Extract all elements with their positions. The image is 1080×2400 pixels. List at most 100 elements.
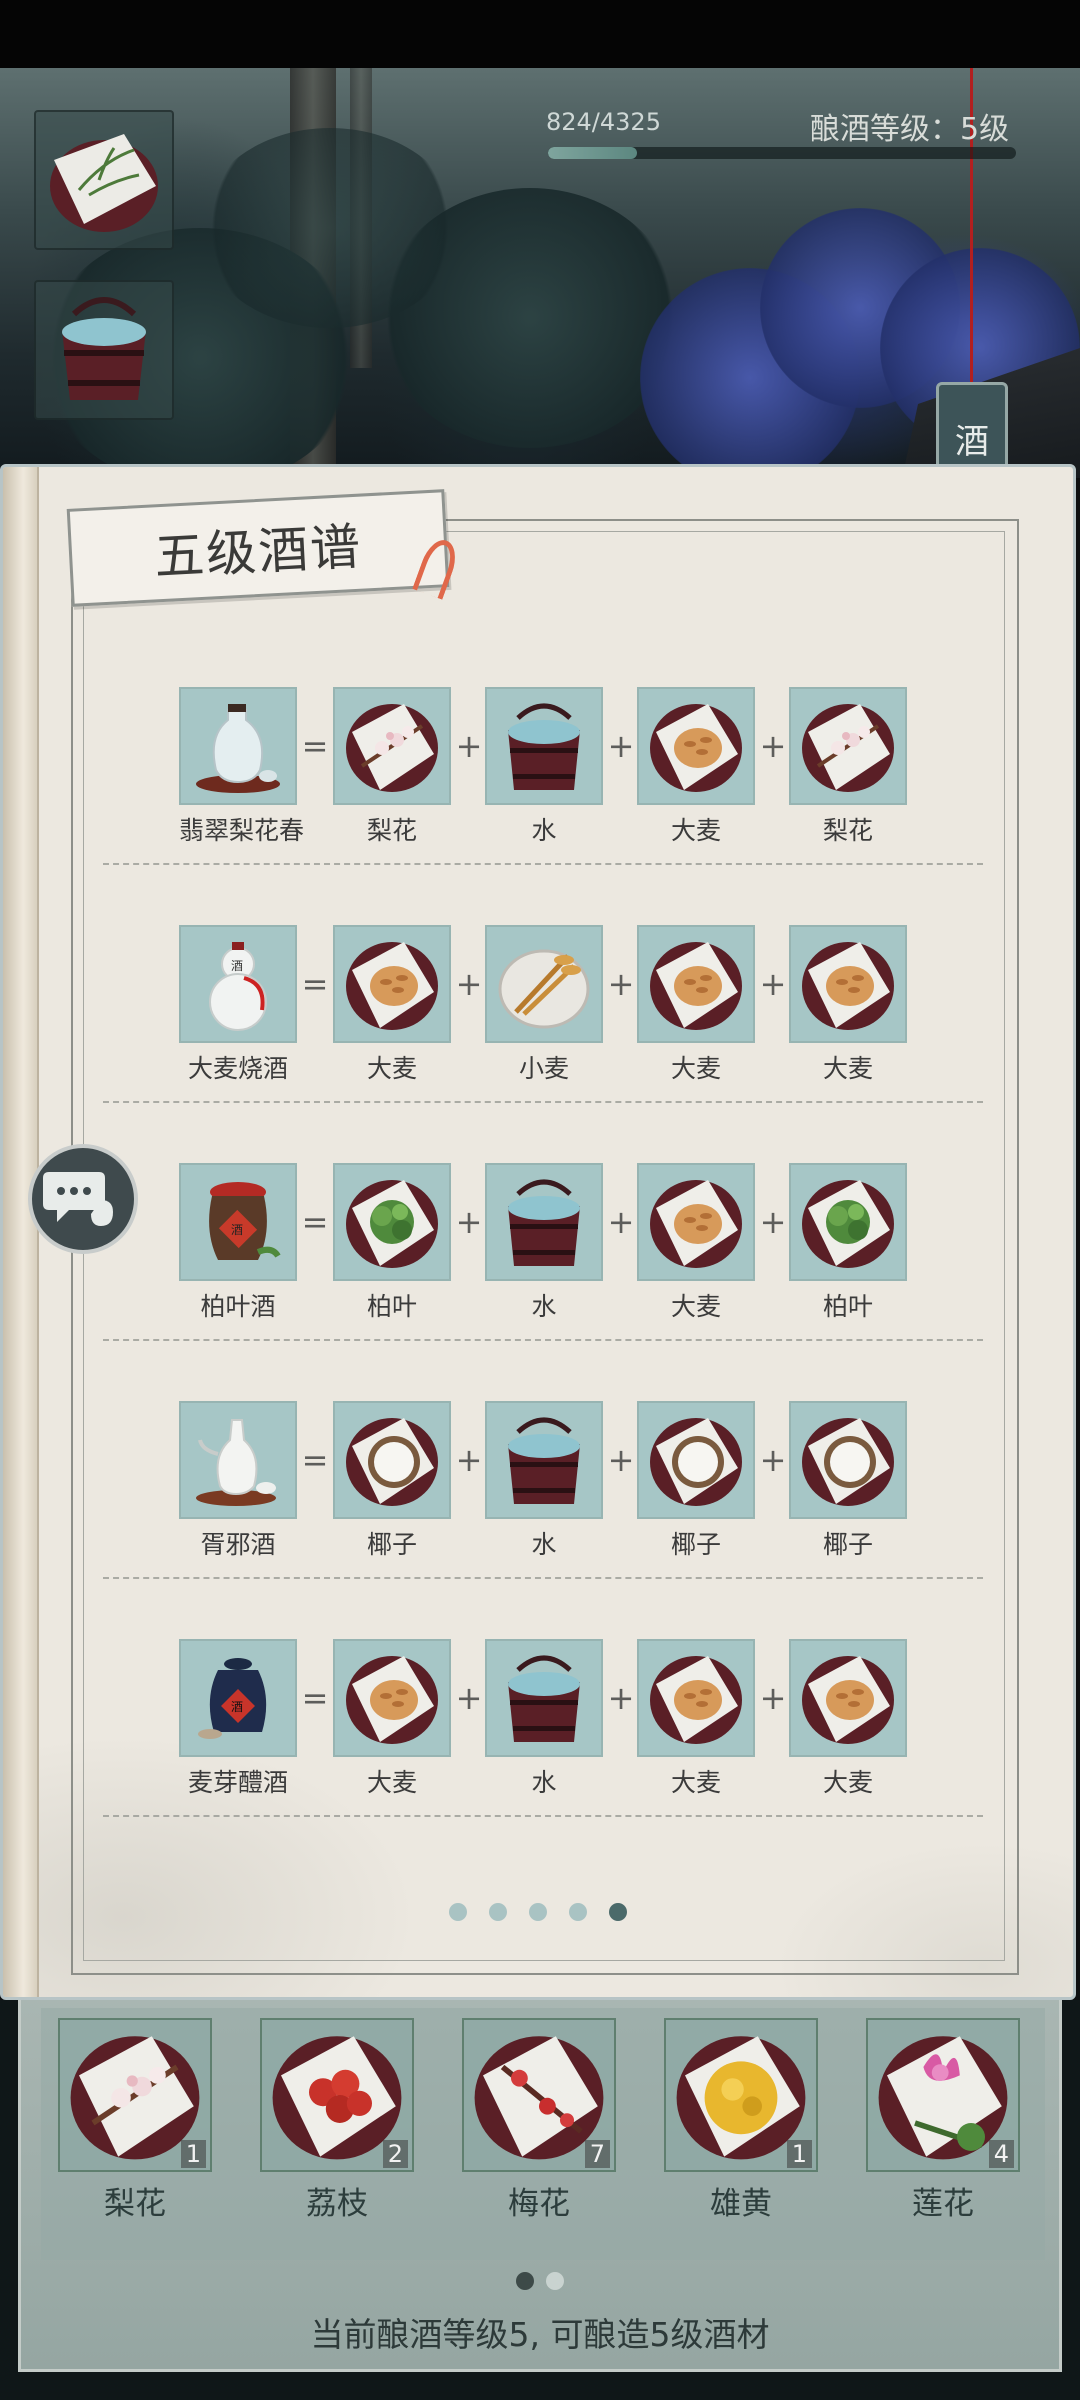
recipe-ingredient[interactable]: 椰子 — [637, 1401, 755, 1561]
inventory-item[interactable]: 1 雄黄 — [664, 2018, 818, 2223]
recipe-ingredient[interactable]: 大麦 — [637, 925, 755, 1085]
ingredient-name: 柏叶 — [366, 1292, 417, 1321]
inventory-item[interactable]: 4 莲花 — [866, 2018, 1020, 2223]
item-count: 1 — [180, 2140, 206, 2168]
inventory-page-dot[interactable] — [516, 2272, 534, 2290]
recipe-divider — [103, 1339, 983, 1341]
item-name: 梨花 — [104, 2186, 166, 2222]
ingredient-icon — [637, 1163, 755, 1281]
plus-sign: + — [455, 1679, 483, 1717]
item-count: 7 — [584, 2140, 610, 2168]
wine-tag-button[interactable]: 酒 — [936, 382, 1008, 472]
inventory-panel: 1 梨花 2 荔枝 7 梅花 1 雄黄 4 莲花 当前酿酒等级5, 可酿造5级酒材 — [18, 2000, 1062, 2372]
ingredient-name: 大麦 — [670, 1054, 721, 1083]
product-name: 柏叶酒 — [200, 1292, 276, 1321]
ingredient-name: 水 — [531, 1768, 557, 1797]
recipe-ingredient[interactable]: 水 — [485, 1163, 603, 1323]
herb-plate-icon — [50, 134, 158, 232]
equals-sign: = — [301, 1441, 329, 1479]
ingredient-icon — [789, 1401, 907, 1519]
item-count: 2 — [382, 2140, 408, 2168]
recipe-row: 酒柏叶酒 = 柏叶 + 水 + 大麦 + 柏叶 — [3, 1163, 1073, 1321]
chat-button[interactable] — [28, 1144, 138, 1254]
inventory-page-dot[interactable] — [546, 2272, 564, 2290]
ingredient-icon — [333, 1401, 451, 1519]
recipe-ingredient[interactable]: 椰子 — [789, 1401, 907, 1561]
recipe-ingredient[interactable]: 梨花 — [333, 687, 451, 847]
recipe-ingredient[interactable]: 大麦 — [333, 925, 451, 1085]
product-name: 胥邪酒 — [200, 1530, 276, 1559]
exp-text: 824/4325 — [546, 108, 661, 136]
recipe-product[interactable]: 酒麦芽醴酒 — [179, 1639, 297, 1799]
inventory-item[interactable]: 7 梅花 — [462, 2018, 616, 2223]
ingredient-icon — [485, 1639, 603, 1757]
plus-sign: + — [455, 1441, 483, 1479]
equals-sign: = — [301, 1679, 329, 1717]
svg-text:酒: 酒 — [231, 959, 243, 973]
page-dot[interactable] — [609, 1903, 627, 1921]
page-dot[interactable] — [529, 1903, 547, 1921]
recipe-product[interactable]: 酒大麦烧酒 — [179, 925, 297, 1085]
recipe-ingredient[interactable]: 水 — [485, 687, 603, 847]
page-indicator — [3, 1903, 1073, 1925]
page-dot[interactable] — [489, 1903, 507, 1921]
item-name: 莲花 — [912, 2186, 974, 2222]
item-count: 1 — [786, 2140, 812, 2168]
recipe-ingredient[interactable]: 大麦 — [637, 1163, 755, 1323]
ingredient-name: 梨花 — [366, 816, 417, 845]
inventory-item-icon: 4 — [866, 2018, 1020, 2172]
ingredient-name: 水 — [531, 816, 557, 845]
recipe-row: 胥邪酒 = 椰子 + 水 + 椰子 + 椰子 — [3, 1401, 1073, 1559]
recipe-title: 五级酒谱 — [152, 517, 364, 587]
inventory-item-icon: 2 — [260, 2018, 414, 2172]
ingredient-name: 水 — [531, 1530, 557, 1559]
recipe-ingredient[interactable]: 大麦 — [637, 1639, 755, 1799]
page-dot[interactable] — [569, 1903, 587, 1921]
status-bar — [0, 0, 1080, 68]
porcelain-ewer-icon — [179, 1401, 297, 1519]
brew-hint-text: 当前酿酒等级5, 可酿造5级酒材 — [310, 2315, 770, 2354]
recipe-ingredient[interactable]: 大麦 — [789, 1639, 907, 1799]
recipe-ingredient[interactable]: 小麦 — [485, 925, 603, 1085]
recipe-ingredient[interactable]: 大麦 — [637, 687, 755, 847]
recipe-row: 酒麦芽醴酒 = 大麦 + 水 + 大麦 + 大麦 — [3, 1639, 1073, 1797]
ingredient-icon — [789, 1639, 907, 1757]
red-wine-jar-icon: 酒 — [179, 1163, 297, 1281]
recipe-divider — [103, 1577, 983, 1579]
side-slot-herb[interactable] — [34, 110, 174, 250]
equals-sign: = — [301, 1203, 329, 1241]
dark-wine-jar-icon: 酒 — [179, 1639, 297, 1757]
side-slot-water[interactable] — [34, 280, 174, 420]
recipe-divider — [103, 863, 983, 865]
chat-bubble-icon — [43, 1172, 113, 1226]
plus-sign: + — [759, 1679, 787, 1717]
ingredient-icon — [637, 687, 755, 805]
ingredient-name: 椰子 — [366, 1530, 417, 1559]
recipe-product[interactable]: 酒柏叶酒 — [179, 1163, 297, 1323]
plus-sign: + — [607, 965, 635, 1003]
ingredient-icon — [789, 1163, 907, 1281]
recipe-ingredient[interactable]: 大麦 — [789, 925, 907, 1085]
ingredient-icon — [637, 1639, 755, 1757]
recipe-ingredient[interactable]: 柏叶 — [333, 1163, 451, 1323]
recipe-ingredient[interactable]: 梨花 — [789, 687, 907, 847]
recipe-product[interactable]: 翡翠梨花春 — [179, 687, 304, 847]
recipe-divider — [103, 1815, 983, 1817]
plus-sign: + — [607, 1441, 635, 1479]
recipe-product[interactable]: 胥邪酒 — [179, 1401, 297, 1561]
recipe-divider — [103, 1101, 983, 1103]
ingredient-icon — [333, 1639, 451, 1757]
recipe-title-banner: 五级酒谱 — [66, 489, 450, 607]
recipe-row: 翡翠梨花春 = 梨花 + 水 + 大麦 + 梨花 — [3, 687, 1073, 845]
ingredient-icon — [485, 1401, 603, 1519]
recipe-ingredient[interactable]: 大麦 — [333, 1639, 451, 1799]
recipe-ingredient[interactable]: 椰子 — [333, 1401, 451, 1561]
inventory-item-icon: 7 — [462, 2018, 616, 2172]
inventory-item[interactable]: 2 荔枝 — [260, 2018, 414, 2223]
recipe-ingredient[interactable]: 水 — [485, 1401, 603, 1561]
recipe-ingredient[interactable]: 柏叶 — [789, 1163, 907, 1323]
page-dot[interactable] — [449, 1903, 467, 1921]
equals-sign: = — [301, 727, 329, 765]
recipe-ingredient[interactable]: 水 — [485, 1639, 603, 1799]
inventory-item[interactable]: 1 梨花 — [58, 2018, 212, 2223]
